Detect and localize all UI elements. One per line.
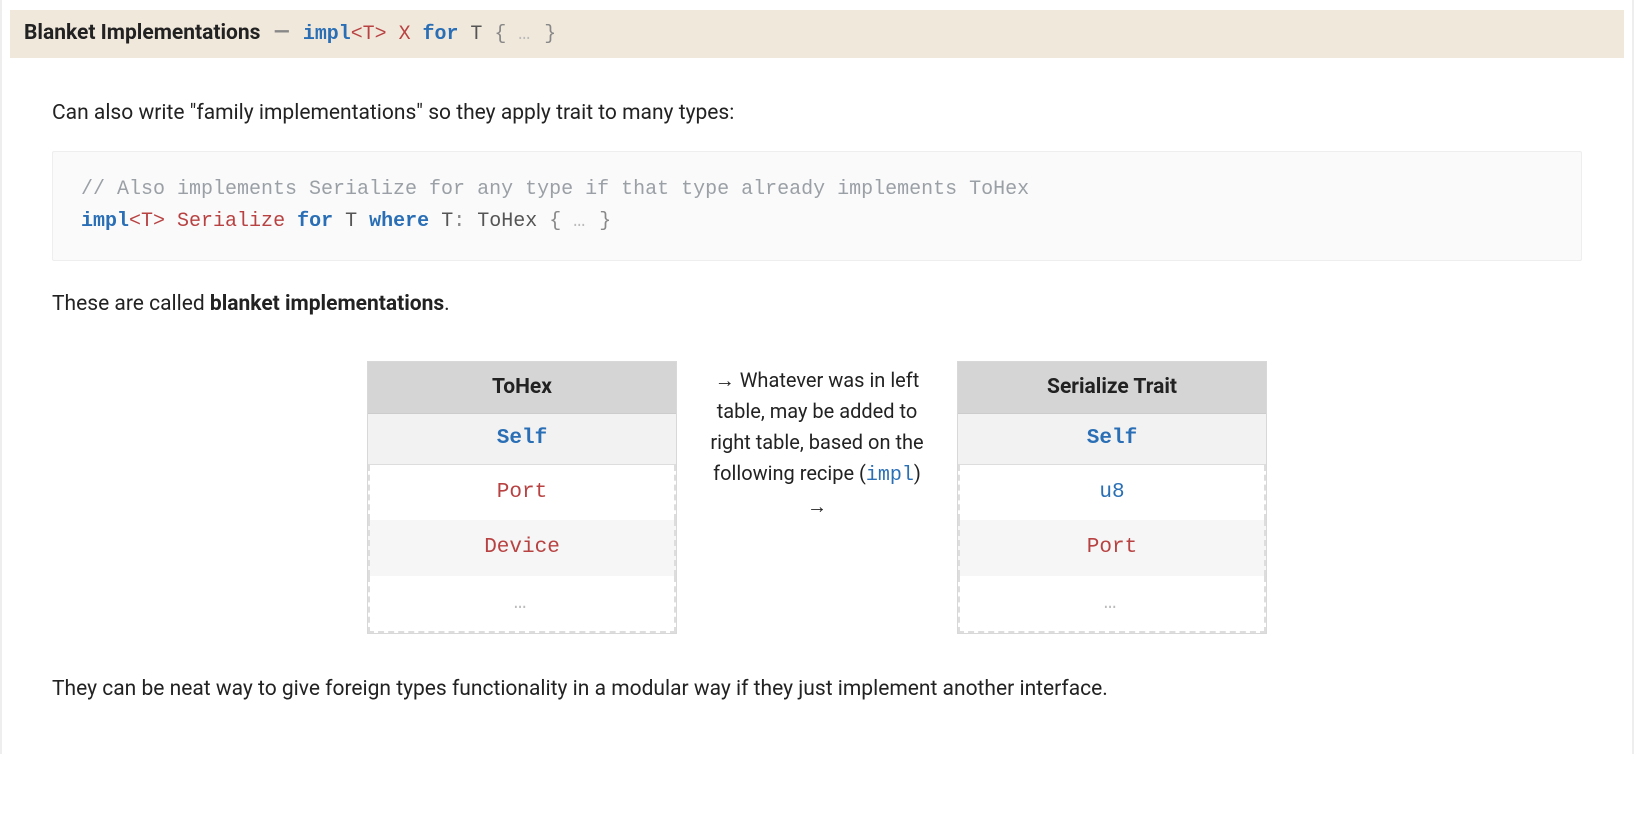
banner-separator: — bbox=[274, 21, 290, 45]
table-row-ellipsis: … bbox=[368, 576, 676, 634]
code-block: // Also implements Serialize for any typ… bbox=[52, 151, 1582, 261]
middle-explainer: → Whatever was in left table, may be add… bbox=[707, 361, 927, 522]
middle-text: ) bbox=[914, 461, 921, 485]
blanket-def-text: These are called blanket implementations… bbox=[52, 289, 1582, 321]
banner-title: Blanket Implementations bbox=[24, 21, 260, 45]
right-table: Serialize Trait Self u8 Port … bbox=[957, 361, 1267, 635]
left-table: ToHex Self Port Device … bbox=[367, 361, 677, 635]
text-strong: blanket implementations bbox=[210, 292, 444, 316]
table-row-ellipsis: … bbox=[958, 576, 1266, 634]
impl-keyword: impl bbox=[866, 464, 914, 487]
closing-text: They can be neat way to give foreign typ… bbox=[52, 674, 1582, 706]
code-line: impl<T> Serialize for T where T: ToHex {… bbox=[81, 210, 611, 233]
arrow-right-icon: → bbox=[807, 494, 827, 518]
banner-code: impl<T> X for T { … } bbox=[303, 22, 556, 45]
table-header: Serialize Trait bbox=[958, 362, 1266, 415]
intro-text: Can also write "family implementations" … bbox=[52, 98, 1582, 130]
table-row: Port bbox=[958, 520, 1266, 576]
text-segment: . bbox=[444, 292, 450, 316]
table-subheader: Self bbox=[368, 414, 676, 465]
text-segment: These are called bbox=[52, 292, 210, 316]
arrow-right-icon: → bbox=[715, 368, 735, 392]
table-row: Device bbox=[368, 520, 676, 576]
table-row: Port bbox=[368, 465, 676, 521]
table-row: u8 bbox=[958, 465, 1266, 521]
tables-row: ToHex Self Port Device … → Whatever was … bbox=[52, 361, 1582, 635]
table-subheader: Self bbox=[958, 414, 1266, 465]
code-comment: // Also implements Serialize for any typ… bbox=[81, 178, 1029, 201]
section-banner: Blanket Implementations — impl<T> X for … bbox=[10, 10, 1624, 58]
table-header: ToHex bbox=[368, 362, 676, 415]
